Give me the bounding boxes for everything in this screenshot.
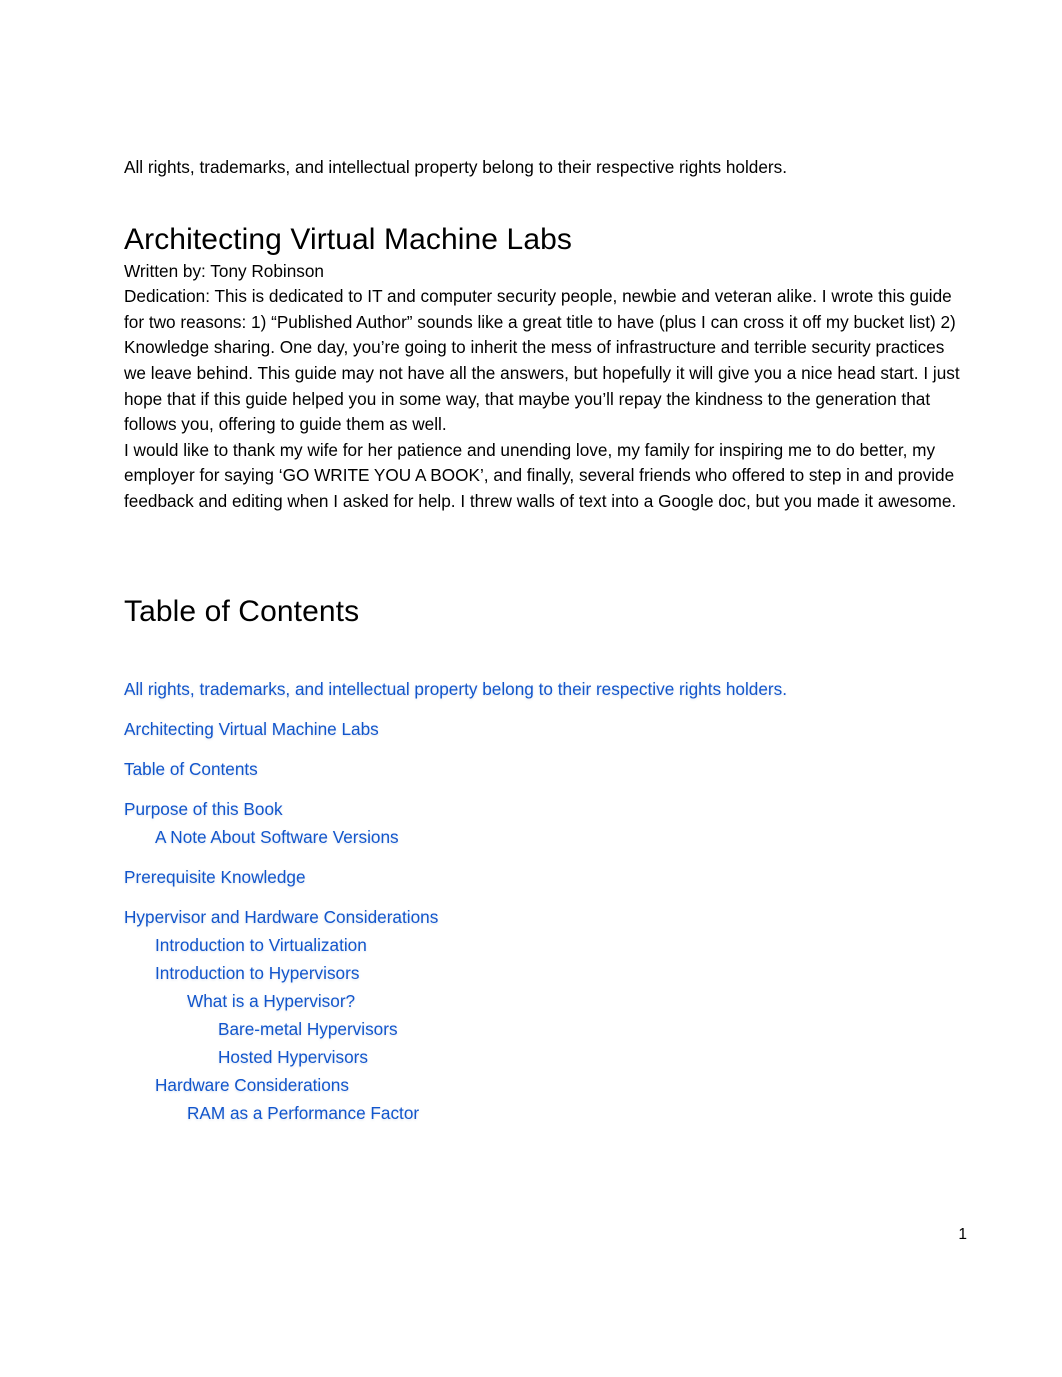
toc-link[interactable]: All rights, trademarks, and intellectual… bbox=[124, 677, 787, 702]
acknowledgements-paragraph: I would like to thank my wife for her pa… bbox=[124, 439, 957, 511]
toc-link[interactable]: Introduction to Hypervisors bbox=[124, 961, 359, 986]
toc-link[interactable]: RAM as a Performance Factor bbox=[124, 1101, 419, 1126]
page-title: Architecting Virtual Machine Labs bbox=[124, 222, 572, 256]
toc-link[interactable]: What is a Hypervisor? bbox=[124, 989, 355, 1014]
author-line: Written by: Tony Robinson bbox=[124, 260, 324, 281]
toc-link[interactable]: Introduction to Virtualization bbox=[124, 933, 367, 958]
document-page: All rights, trademarks, and intellectual… bbox=[0, 0, 1062, 1377]
rights-notice: All rights, trademarks, and intellectual… bbox=[124, 157, 788, 177]
table-of-contents-list: All rights, trademarks, and intellectual… bbox=[124, 677, 969, 1126]
toc-link[interactable]: Bare-metal Hypervisors bbox=[124, 1017, 398, 1042]
toc-heading-wrapper: Table of Contents bbox=[124, 593, 969, 631]
toc-link[interactable]: Hypervisor and Hardware Considerations bbox=[124, 905, 438, 930]
page-number: 1 bbox=[958, 1226, 967, 1243]
toc-link[interactable]: Purpose of this Book bbox=[124, 797, 283, 822]
toc-link[interactable]: Prerequisite Knowledge bbox=[124, 865, 306, 890]
toc-link[interactable]: Hosted Hypervisors bbox=[124, 1045, 368, 1070]
dedication-paragraph: Dedication: This is dedicated to IT and … bbox=[124, 286, 960, 435]
table-of-contents-heading: Table of Contents bbox=[124, 594, 360, 628]
toc-link[interactable]: Hardware Considerations bbox=[124, 1073, 349, 1098]
page-content: All rights, trademarks, and intellectual… bbox=[124, 155, 969, 1126]
toc-link[interactable]: A Note About Software Versions bbox=[124, 825, 399, 850]
toc-link[interactable]: Architecting Virtual Machine Labs bbox=[124, 717, 379, 742]
toc-link[interactable]: Table of Contents bbox=[124, 757, 258, 782]
